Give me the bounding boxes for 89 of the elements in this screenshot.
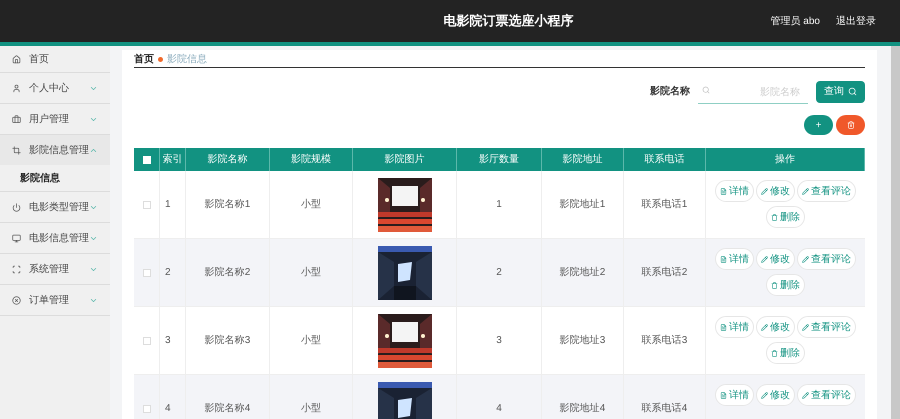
action-button[interactable]: 查看评论 <box>797 248 856 270</box>
action-button[interactable]: 删除 <box>766 274 805 296</box>
scan-icon <box>12 264 21 274</box>
sidebar-item[interactable]: 系统管理 <box>0 254 110 284</box>
table-cell-text: 小型 <box>301 402 321 416</box>
table-cell-text: 影院名称4 <box>204 402 250 416</box>
pencil-icon <box>802 324 809 330</box>
action-button[interactable]: 修改 <box>756 180 795 202</box>
table-cell-text: 联系电话4 <box>642 402 688 416</box>
document-icon <box>720 324 727 330</box>
table-cell-text: 1 <box>496 198 502 212</box>
select-all-checkbox[interactable] <box>142 156 150 164</box>
action-button[interactable]: 删除 <box>766 342 805 364</box>
sidebar-item[interactable]: 用户管理 <box>0 104 110 134</box>
table-cell-text: 影院地址1 <box>560 198 606 212</box>
trash-icon <box>771 282 778 288</box>
breadcrumb-separator-icon <box>158 57 163 62</box>
table-cell-text: 小型 <box>301 266 321 280</box>
table-cell-text: 影院地址2 <box>560 266 606 280</box>
table-cell-text: 影院名称2 <box>204 266 250 280</box>
search-label: 影院名称 <box>650 84 690 99</box>
table-cell-text: 影院名称3 <box>204 334 250 348</box>
admin-name: 管理员 abo <box>770 14 820 28</box>
row-checkbox[interactable] <box>142 336 150 344</box>
query-button[interactable]: 查询 <box>816 80 865 102</box>
breadcrumb-item: 影院信息 <box>167 52 207 67</box>
sidebar-item[interactable]: 电影信息管理 <box>0 223 110 253</box>
row-checkbox[interactable] <box>142 268 150 276</box>
pencil-icon <box>802 188 809 194</box>
delete-button[interactable] <box>836 115 865 135</box>
user-icon <box>12 84 21 92</box>
sidebar-item[interactable]: 订单管理 <box>0 285 110 315</box>
table-cell-text: 3 <box>496 334 502 348</box>
row-checkbox[interactable] <box>142 404 150 412</box>
action-button[interactable]: 详情 <box>715 316 754 338</box>
power-icon <box>12 202 21 212</box>
crop-icon <box>12 146 21 154</box>
circle-icon <box>12 296 21 304</box>
briefcase-icon <box>12 114 21 124</box>
trash-icon <box>771 350 778 356</box>
table-cell-text: 3 <box>165 334 171 348</box>
sidebar-item[interactable]: 个人中心 <box>0 73 110 103</box>
action-button[interactable]: 修改 <box>756 384 795 406</box>
table-cell-text: 4 <box>165 402 171 416</box>
breadcrumb-item[interactable]: 首页 <box>134 52 154 67</box>
table-cell-text: 小型 <box>301 334 321 348</box>
table-cell-text: 联系电话1 <box>642 198 688 212</box>
row-checkbox[interactable] <box>142 200 150 208</box>
monitor-icon <box>12 234 21 242</box>
action-button[interactable]: 修改 <box>756 248 795 270</box>
sidebar-item[interactable]: 电影类型管理 <box>0 192 110 222</box>
search-icon <box>848 87 857 96</box>
document-icon <box>720 392 727 398</box>
pencil-icon <box>802 256 809 262</box>
search-icon <box>702 86 710 94</box>
action-button[interactable]: 详情 <box>715 248 754 270</box>
table-cell-text: 2 <box>165 266 171 280</box>
table-cell-text: 影院地址3 <box>560 334 606 348</box>
sidebar-subitem[interactable]: 影院信息 <box>0 165 110 191</box>
sidebar-item[interactable]: 首页 <box>0 46 110 72</box>
action-button[interactable]: 详情 <box>715 180 754 202</box>
home-icon <box>12 54 21 64</box>
table-cell-text: 1 <box>165 198 171 212</box>
pencil-icon <box>761 324 768 330</box>
action-button[interactable]: 删除 <box>766 206 805 228</box>
document-icon <box>720 188 727 194</box>
table-cell-text: 2 <box>496 266 502 280</box>
action-button[interactable]: 查看评论 <box>797 316 856 338</box>
action-button[interactable]: 修改 <box>756 316 795 338</box>
logout-link[interactable]: 退出登录 <box>836 14 876 28</box>
table-cell-text: 4 <box>496 402 502 416</box>
app-title: 电影院订票选座小程序 <box>443 12 574 30</box>
add-button[interactable]: + <box>804 115 833 135</box>
table-cell-text: 影院名称1 <box>204 198 250 212</box>
sidebar-item[interactable]: 影院信息管理 <box>0 135 110 165</box>
action-button[interactable]: 查看评论 <box>797 384 856 406</box>
table-cell-text: 影院地址4 <box>560 402 606 416</box>
pencil-icon <box>761 256 768 262</box>
trash-icon <box>771 214 778 220</box>
table-cell-text: 小型 <box>301 198 321 212</box>
action-button[interactable]: 查看评论 <box>797 180 856 202</box>
table-cell-text: 联系电话3 <box>642 334 688 348</box>
pencil-icon <box>802 392 809 398</box>
document-icon <box>720 256 727 262</box>
action-button[interactable]: 详情 <box>715 384 754 406</box>
table-cell-text: 联系电话2 <box>642 266 688 280</box>
pencil-icon <box>761 188 768 194</box>
trash-icon <box>846 121 854 129</box>
pencil-icon <box>761 392 768 398</box>
